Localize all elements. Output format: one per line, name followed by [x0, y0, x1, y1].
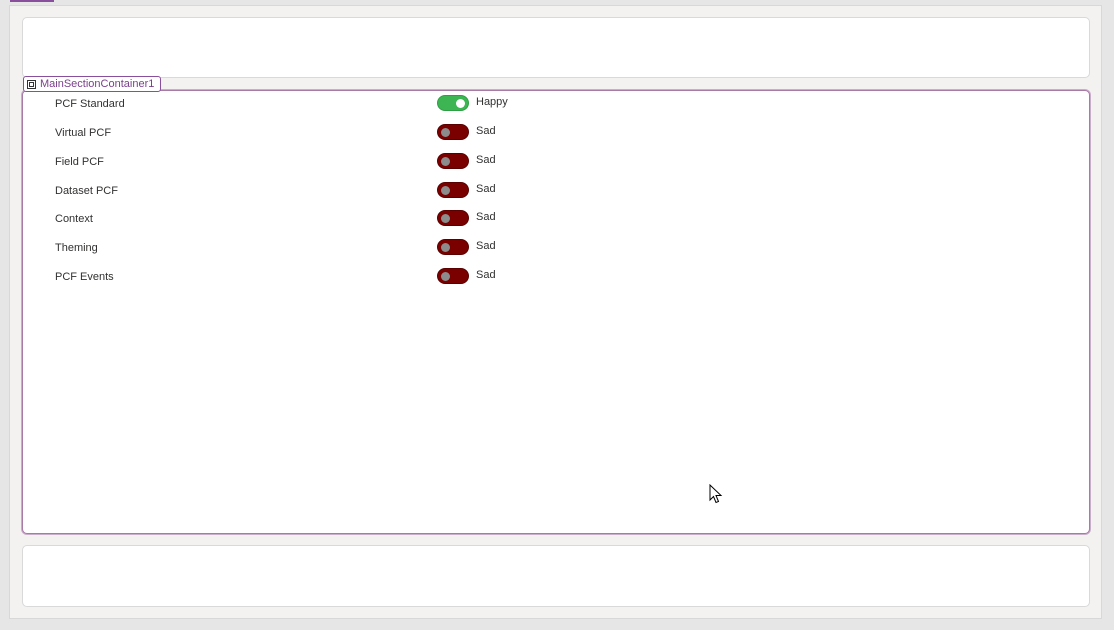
- toggle-label: Dataset PCF: [55, 185, 118, 197]
- toggle-knob: [441, 272, 450, 281]
- toggle-row-context: Context Sad: [55, 210, 755, 230]
- toggle-label: PCF Events: [55, 271, 114, 283]
- header-container[interactable]: [22, 17, 1090, 78]
- toggle-state-text: Sad: [476, 240, 496, 252]
- toggle-knob: [441, 186, 450, 195]
- toggle-row-virtual-pcf: Virtual PCF Sad: [55, 124, 755, 144]
- container-name-tag: MainSectionContainer1: [23, 76, 162, 92]
- toggle-state-text: Sad: [476, 211, 496, 223]
- container-name: MainSectionContainer1: [40, 78, 155, 90]
- container-icon: [27, 79, 36, 89]
- toggle-knob: [441, 157, 450, 166]
- toggle-knob: [456, 99, 465, 108]
- toggle-state-text: Sad: [476, 125, 496, 137]
- toggle-switch[interactable]: [437, 95, 469, 111]
- toggle-label: Context: [55, 213, 93, 225]
- toggle-row-theming: Theming Sad: [55, 239, 755, 259]
- toggle-label: Theming: [55, 242, 98, 254]
- toggle-state-text: Sad: [476, 269, 496, 281]
- toggle-state-text: Sad: [476, 183, 496, 195]
- toggle-row-dataset-pcf: Dataset PCF Sad: [55, 182, 755, 202]
- toggle-state-text: Sad: [476, 154, 496, 166]
- toggle-switch[interactable]: [437, 153, 469, 169]
- toggle-knob: [441, 214, 450, 223]
- main-section-container[interactable]: PCF Standard Happy Virtual PCF Sad Field…: [22, 90, 1090, 534]
- toggle-state-text: Happy: [476, 96, 508, 108]
- mouse-pointer-icon: [709, 484, 723, 504]
- toggle-switch[interactable]: [437, 124, 469, 140]
- toggle-switch[interactable]: [437, 182, 469, 198]
- toggle-knob: [441, 243, 450, 252]
- toggle-label: Field PCF: [55, 156, 104, 168]
- screen-tab-indicator: [10, 0, 54, 2]
- toggle-label: Virtual PCF: [55, 127, 112, 139]
- toggle-row-pcf-standard: PCF Standard Happy: [55, 95, 755, 115]
- footer-container[interactable]: [22, 545, 1090, 607]
- toggle-row-pcf-events: PCF Events Sad: [55, 268, 755, 288]
- toggle-switch[interactable]: [437, 268, 469, 284]
- toggle-label: PCF Standard: [55, 98, 125, 110]
- toggle-switch[interactable]: [437, 210, 469, 226]
- toggle-knob: [441, 128, 450, 137]
- toggle-switch[interactable]: [437, 239, 469, 255]
- toggle-row-field-pcf: Field PCF Sad: [55, 153, 755, 173]
